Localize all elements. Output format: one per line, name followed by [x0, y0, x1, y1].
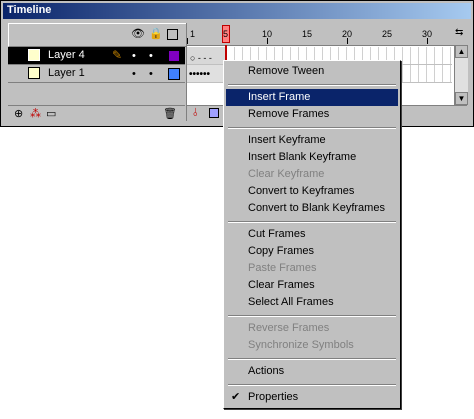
frame-context-menu: Remove Tween Insert Frame Remove Frames … — [223, 60, 401, 409]
outline-color-swatch[interactable] — [168, 68, 180, 80]
menu-separator — [228, 384, 396, 386]
layer-icon — [28, 49, 40, 61]
menu-item-remove-tween[interactable]: Remove Tween — [226, 63, 398, 80]
menu-separator — [228, 315, 396, 317]
frame-ruler[interactable]: 1 5 10 15 20 25 30 ⇆ — [187, 23, 467, 46]
menu-item-reverse-frames: Reverse Frames — [248, 322, 330, 334]
layers-header: 👁 🔒 — [8, 23, 186, 47]
ruler-tick — [187, 38, 188, 44]
outline-color-swatch[interactable] — [168, 50, 180, 62]
lock-dot[interactable]: • — [149, 50, 153, 62]
title-bar[interactable]: Timeline — [3, 3, 471, 19]
menu-item-synchronize-symbols: Synchronize Symbols — [248, 339, 354, 351]
keyframes[interactable]: •••••• — [189, 69, 210, 80]
trash-icon[interactable]: 🗑 — [163, 107, 177, 120]
scroll-down-arrow[interactable]: ▼ — [455, 92, 468, 105]
ruler-tick — [267, 38, 268, 44]
layer-row-layer-1[interactable]: Layer 1 • • — [8, 65, 185, 83]
menu-item-select-all-frames[interactable]: Select All Frames — [226, 294, 398, 311]
outline-icon[interactable] — [167, 29, 178, 40]
eye-icon[interactable]: 👁 — [131, 28, 145, 40]
menu-item-insert-frame[interactable]: Insert Frame — [226, 89, 398, 106]
keyframe-empty[interactable]: ○ - - - — [190, 53, 212, 63]
menu-separator — [228, 127, 396, 129]
lock-dot[interactable]: • — [149, 68, 153, 80]
window-title: Timeline — [7, 4, 52, 16]
ruler-label: 1 — [190, 29, 196, 39]
layer-row-layer-4[interactable]: Layer 4 ✎ • • — [8, 47, 185, 65]
add-layer-icon[interactable]: ⊕ — [14, 107, 23, 120]
menu-separator — [228, 221, 396, 223]
menu-item-properties[interactable]: Properties — [226, 389, 398, 406]
menu-separator — [228, 84, 396, 86]
scroll-up-arrow[interactable]: ▲ — [455, 45, 468, 58]
menu-item-convert-to-blank-keyframes[interactable]: Convert to Blank Keyframes — [226, 200, 398, 217]
menu-item-cut-frames[interactable]: Cut Frames — [226, 226, 398, 243]
lock-icon[interactable]: 🔒 — [149, 28, 163, 40]
menu-item-insert-keyframe[interactable]: Insert Keyframe — [226, 132, 398, 149]
ruler-label: 15 — [302, 29, 313, 39]
menu-item-copy-frames[interactable]: Copy Frames — [226, 243, 398, 260]
add-guide-icon[interactable]: ⁂ — [30, 107, 41, 120]
ruler-tick — [427, 38, 428, 44]
ruler-tick — [347, 38, 348, 44]
vertical-scrollbar[interactable]: ▲ ▼ — [454, 45, 468, 105]
menu-item-insert-blank-keyframe[interactable]: Insert Blank Keyframe — [226, 149, 398, 166]
menu-item-clear-keyframe: Clear Keyframe — [248, 168, 325, 180]
menu-separator — [228, 358, 396, 360]
center-frame-icon[interactable]: ⫰ — [193, 107, 198, 120]
visibility-dot[interactable]: • — [132, 50, 136, 62]
layers-footer: ⊕ ⁂ ▭ 🗑 — [8, 105, 185, 122]
timeline-options-icon[interactable]: ⇆ — [455, 27, 463, 38]
ruler-label: 25 — [382, 29, 393, 39]
layer-name: Layer 1 — [48, 67, 85, 79]
menu-item-clear-frames[interactable]: Clear Frames — [226, 277, 398, 294]
layer-name: Layer 4 — [48, 49, 85, 61]
add-folder-icon[interactable]: ▭ — [46, 107, 56, 120]
visibility-dot[interactable]: • — [132, 68, 136, 80]
pencil-icon: ✎ — [112, 48, 123, 62]
menu-item-paste-frames: Paste Frames — [248, 262, 317, 274]
menu-item-actions[interactable]: Actions — [226, 363, 398, 380]
menu-item-remove-frames[interactable]: Remove Frames — [226, 106, 398, 123]
layer-icon — [28, 67, 40, 79]
menu-item-convert-to-keyframes[interactable]: Convert to Keyframes — [226, 183, 398, 200]
onion-skin-icon[interactable] — [209, 108, 219, 118]
ruler-label-current: 5 — [223, 29, 229, 39]
